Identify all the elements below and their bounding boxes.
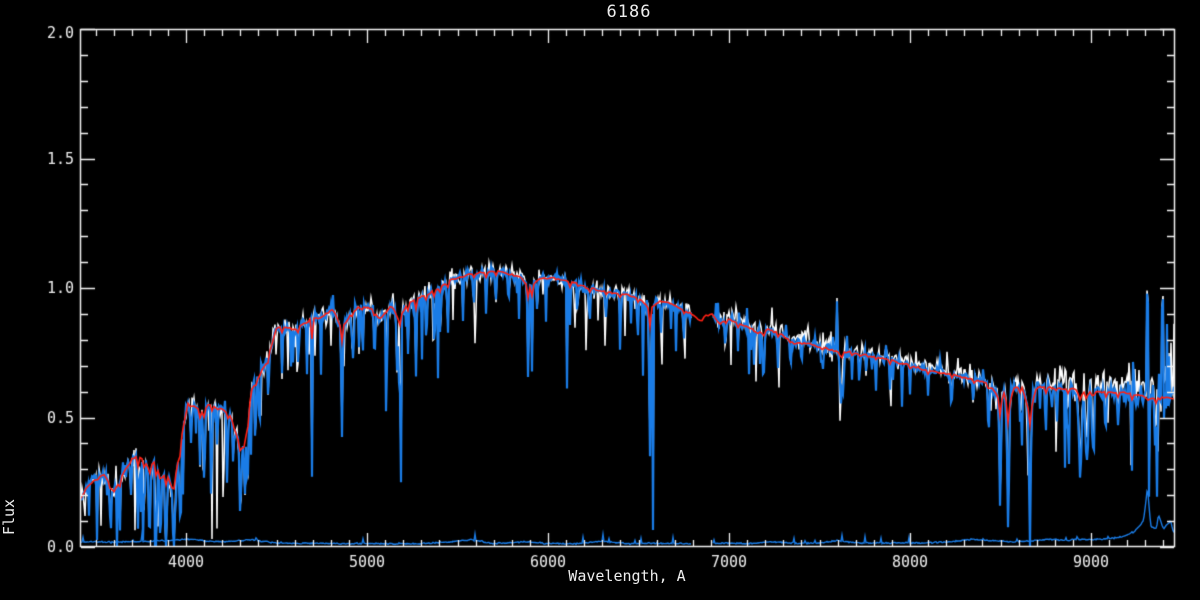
plot-window: 6186 Wavelength, A Flux (0, 0, 1200, 600)
y-axis-label-area: Flux (0, 230, 52, 535)
y-axis-label: Flux (0, 498, 18, 536)
spectrum-canvas (0, 0, 1200, 600)
x-axis-label: Wavelength, A (568, 567, 686, 585)
plot-title: 6186 (606, 2, 652, 22)
